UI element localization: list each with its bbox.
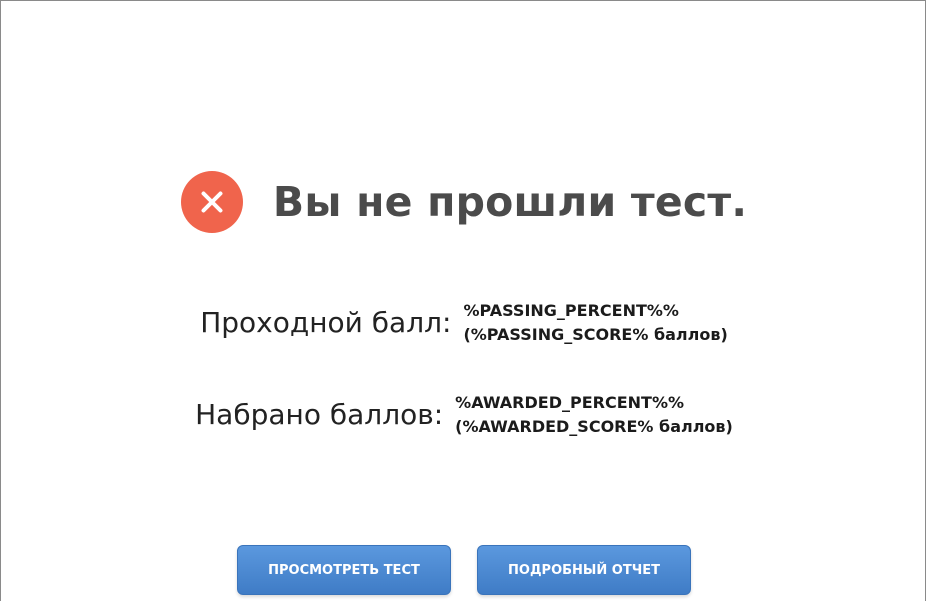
quiz-result-panel: Вы не прошли тест. Проходной балл: %PASS… (0, 0, 926, 601)
passing-score-values: %PASSING_PERCENT%% (%PASSING_SCORE% балл… (463, 299, 727, 347)
passing-score-value: (%PASSING_SCORE% баллов) (463, 325, 728, 344)
awarded-score-row: Набрано баллов: %AWARDED_PERCENT%% (%AWA… (1, 391, 926, 439)
awarded-score-values: %AWARDED_PERCENT%% (%AWARDED_SCORE% балл… (455, 391, 733, 439)
fail-x-icon (180, 171, 243, 233)
passing-score-label: Проходной балл: (200, 306, 452, 339)
detailed-report-button[interactable]: ПОДРОБНЫЙ ОТЧЕТ (477, 545, 691, 595)
passing-score-row: Проходной балл: %PASSING_PERCENT%% (%PAS… (1, 299, 926, 347)
passing-percent-value: %PASSING_PERCENT%% (463, 301, 679, 320)
result-title: Вы не прошли тест. (272, 178, 748, 226)
review-test-button[interactable]: ПРОСМОТРЕТЬ ТЕСТ (237, 545, 451, 595)
result-header: Вы не прошли тест. (1, 165, 926, 239)
result-actions: ПРОСМОТРЕТЬ ТЕСТ ПОДРОБНЫЙ ОТЧЕТ (1, 545, 926, 595)
awarded-score-label: Набрано баллов: (195, 398, 444, 431)
awarded-score-value: (%AWARDED_SCORE% баллов) (455, 417, 733, 436)
awarded-percent-value: %AWARDED_PERCENT%% (455, 393, 685, 412)
